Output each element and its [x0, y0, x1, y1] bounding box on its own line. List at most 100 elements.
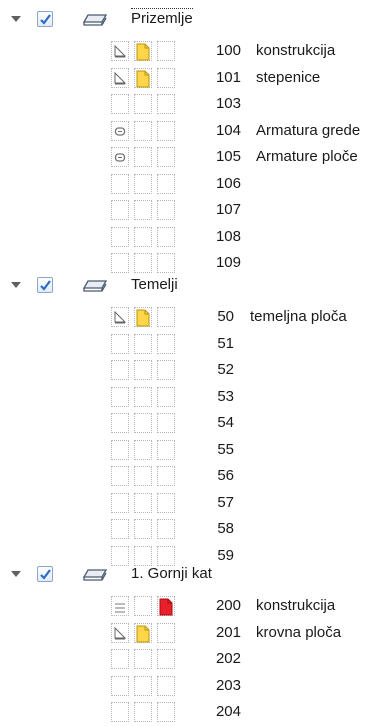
empty-cell[interactable]	[157, 94, 175, 114]
empty-cell[interactable]	[134, 120, 152, 141]
list-item[interactable]: 53	[0, 385, 381, 411]
group-visibility-checkbox[interactable]	[37, 11, 53, 27]
triangle-cell[interactable]	[111, 622, 129, 643]
empty-cell[interactable]	[111, 519, 129, 539]
link-cell[interactable]	[111, 147, 129, 167]
empty-cell[interactable]	[157, 147, 175, 167]
note-yellow-cell[interactable]	[134, 67, 152, 88]
empty-cell[interactable]	[157, 226, 175, 247]
empty-cell[interactable]	[157, 649, 175, 669]
empty-cell[interactable]	[157, 413, 175, 433]
empty-cell[interactable]	[111, 94, 129, 114]
list-item[interactable]: 58	[0, 517, 381, 543]
empty-cell[interactable]	[157, 253, 175, 273]
empty-cell[interactable]	[157, 519, 175, 539]
empty-cell[interactable]	[157, 466, 175, 486]
empty-cell[interactable]	[134, 596, 152, 616]
list-item[interactable]: 105 Armature ploče	[0, 145, 381, 171]
empty-cell[interactable]	[134, 649, 152, 669]
empty-cell[interactable]	[157, 360, 175, 380]
group-name[interactable]: Prizemlje	[131, 8, 193, 27]
list-item[interactable]: 203	[0, 674, 381, 700]
empty-cell[interactable]	[111, 492, 129, 513]
list-item[interactable]: 202	[0, 647, 381, 673]
empty-cell[interactable]	[157, 67, 175, 88]
note-yellow-cell[interactable]	[134, 622, 152, 643]
list-item[interactable]: 56	[0, 464, 381, 490]
list-item[interactable]: 201 krovna ploča	[0, 621, 381, 647]
list-item[interactable]: 100 konstrukcija	[0, 39, 381, 65]
note-yellow-cell[interactable]	[134, 307, 152, 327]
group-name[interactable]: Temelji	[131, 276, 178, 293]
list-item[interactable]: 51	[0, 332, 381, 358]
empty-cell[interactable]	[134, 413, 152, 433]
empty-cell[interactable]	[157, 675, 175, 696]
group-header[interactable]: 1. Gornji kat	[0, 562, 381, 588]
list-item[interactable]: 103	[0, 92, 381, 118]
list-item[interactable]: 108	[0, 225, 381, 251]
empty-cell[interactable]	[157, 41, 175, 61]
link-cell[interactable]	[111, 120, 129, 141]
expand-arrow-icon[interactable]	[11, 16, 21, 22]
empty-cell[interactable]	[157, 702, 175, 722]
expand-arrow-icon[interactable]	[11, 571, 21, 577]
empty-cell[interactable]	[157, 333, 175, 354]
list-item[interactable]: 107	[0, 198, 381, 224]
empty-cell[interactable]	[157, 120, 175, 141]
empty-cell[interactable]	[111, 702, 129, 722]
empty-cell[interactable]	[111, 386, 129, 407]
note-red-cell[interactable]	[157, 596, 175, 616]
list-item[interactable]: 101 stepenice	[0, 66, 381, 92]
group-name[interactable]: 1. Gornji kat	[131, 565, 212, 582]
empty-cell[interactable]	[134, 253, 152, 273]
empty-cell[interactable]	[111, 200, 129, 220]
empty-cell[interactable]	[134, 200, 152, 220]
empty-cell[interactable]	[111, 253, 129, 273]
list-item[interactable]: 204	[0, 700, 381, 726]
empty-cell[interactable]	[134, 173, 152, 194]
empty-cell[interactable]	[111, 675, 129, 696]
empty-cell[interactable]	[134, 386, 152, 407]
empty-cell[interactable]	[134, 675, 152, 696]
empty-cell[interactable]	[157, 200, 175, 220]
empty-cell[interactable]	[134, 226, 152, 247]
empty-cell[interactable]	[111, 649, 129, 669]
empty-cell[interactable]	[111, 226, 129, 247]
list-item[interactable]: 52	[0, 358, 381, 384]
empty-cell[interactable]	[134, 439, 152, 460]
empty-cell[interactable]	[134, 492, 152, 513]
list-item[interactable]: 57	[0, 491, 381, 517]
empty-cell[interactable]	[157, 307, 175, 327]
empty-cell[interactable]	[111, 466, 129, 486]
empty-cell[interactable]	[157, 386, 175, 407]
empty-cell[interactable]	[134, 702, 152, 722]
group-header[interactable]: Temelji	[0, 273, 381, 299]
list-item[interactable]: 50 temeljna ploča	[0, 305, 381, 331]
empty-cell[interactable]	[157, 173, 175, 194]
empty-cell[interactable]	[111, 439, 129, 460]
empty-cell[interactable]	[157, 492, 175, 513]
triangle-cell[interactable]	[111, 307, 129, 327]
group-visibility-checkbox[interactable]	[37, 277, 53, 293]
list-item[interactable]: 106	[0, 172, 381, 198]
group-header[interactable]: Prizemlje	[0, 7, 381, 33]
empty-cell[interactable]	[157, 622, 175, 643]
empty-cell[interactable]	[111, 413, 129, 433]
empty-cell[interactable]	[134, 519, 152, 539]
triangle-cell[interactable]	[111, 67, 129, 88]
list-item[interactable]: 54	[0, 411, 381, 437]
list-item[interactable]: 55	[0, 438, 381, 464]
lines-cell[interactable]	[111, 596, 129, 616]
empty-cell[interactable]	[134, 147, 152, 167]
empty-cell[interactable]	[134, 466, 152, 486]
list-item[interactable]: 200 konstrukcija	[0, 594, 381, 620]
empty-cell[interactable]	[134, 94, 152, 114]
empty-cell[interactable]	[111, 360, 129, 380]
triangle-cell[interactable]	[111, 41, 129, 61]
note-yellow-cell[interactable]	[134, 41, 152, 61]
empty-cell[interactable]	[134, 333, 152, 354]
list-item[interactable]: 104 Armatura grede	[0, 119, 381, 145]
empty-cell[interactable]	[111, 173, 129, 194]
empty-cell[interactable]	[134, 360, 152, 380]
empty-cell[interactable]	[157, 439, 175, 460]
